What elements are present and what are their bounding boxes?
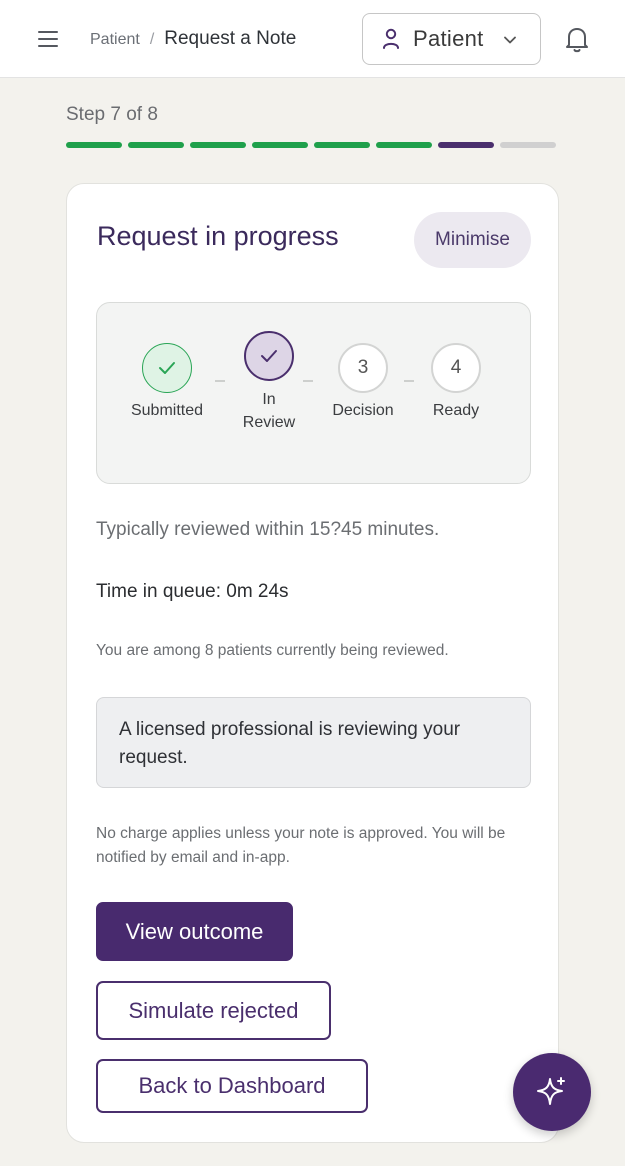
step-progress-bar [66,142,556,148]
view-outcome-button[interactable]: View outcome [96,902,293,961]
progress-segment [314,142,370,148]
typical-review-time: Typically reviewed within 15?45 minutes. [96,519,440,540]
status-tracker: Submitted In Review 3 Decision 4 Ready [96,302,531,484]
queue-count: You are among 8 patients currently being… [96,642,449,659]
progress-segment [190,142,246,148]
progress-segment [500,142,556,148]
sparkle-icon [537,1077,565,1105]
stage-label: Ready [432,402,480,419]
progress-segment [128,142,184,148]
progress-segment [66,142,122,148]
stage-label: In Review [242,391,296,431]
stage-label: Submitted [130,402,204,419]
progress-segment [376,142,432,148]
minimise-button[interactable]: Minimise [414,212,531,268]
card-title: Request in progress [97,221,339,251]
stage-connector [303,380,313,382]
chevron-down-icon [504,36,516,44]
stage-number: 4 [431,343,481,393]
breadcrumb-current: Request a Note [164,28,297,49]
role-select-value: Patient [413,26,484,51]
back-to-dashboard-button[interactable]: Back to Dashboard [96,1059,368,1113]
bell-icon[interactable] [560,22,594,56]
review-status-message: A licensed professional is reviewing you… [96,697,531,788]
breadcrumb-separator: / [149,31,155,48]
stage-number: 3 [338,343,388,393]
progress-segment [438,142,494,148]
breadcrumb: Patient / Request a Note [90,28,296,50]
check-icon [142,343,192,393]
role-select[interactable]: Patient [362,13,541,65]
charge-note: No charge applies unless your note is ap… [96,825,506,866]
breadcrumb-patient-link[interactable]: Patient [90,31,140,48]
step-label: Step 7 of 8 [66,104,158,125]
queue-time: Time in queue: 0m 24s [96,581,289,602]
check-icon [244,331,294,381]
stage-label: Decision [332,402,394,419]
simulate-rejected-button[interactable]: Simulate rejected [96,981,331,1040]
progress-segment [252,142,308,148]
stage-connector [404,380,414,382]
user-icon [383,28,399,49]
top-header: Patient / Request a Note Patient [0,0,625,78]
hamburger-menu-icon[interactable] [30,22,66,56]
stage-connector [215,380,225,382]
request-status-card: Request in progress Minimise Submitted I… [66,183,559,1143]
assistant-fab-button[interactable] [513,1053,591,1131]
